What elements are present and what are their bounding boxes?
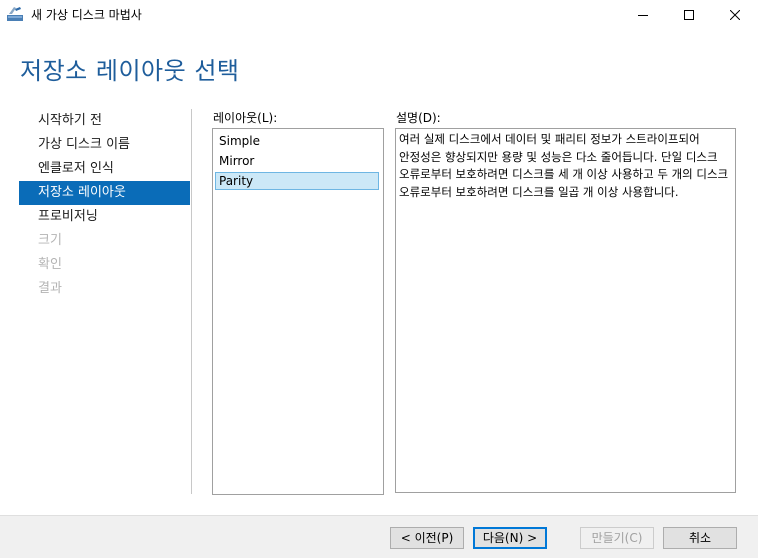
nav-divider — [191, 109, 192, 494]
layout-label: 레이아웃(L): — [213, 111, 278, 125]
cancel-button[interactable]: 취소 — [663, 527, 737, 549]
next-button[interactable]: 다음(N) > — [473, 527, 547, 549]
nav-step-provisioning[interactable]: 프로비저닝 — [19, 205, 190, 229]
disk-wizard-icon — [6, 6, 24, 22]
minimize-button[interactable] — [620, 0, 666, 30]
layout-listbox[interactable]: Simple Mirror Parity — [212, 128, 384, 495]
nav-step-size: 크기 — [38, 233, 62, 248]
create-button: 만들기(C) — [580, 527, 654, 549]
close-icon — [730, 10, 740, 20]
nav-step-enclosure-awareness[interactable]: 엔클로저 인식 — [19, 157, 190, 181]
description-text: 여러 실제 디스크에서 데이터 및 패리티 정보가 스트라이프되어 안정성은 향… — [399, 132, 729, 199]
description-box[interactable]: 여러 실제 디스크에서 데이터 및 패리티 정보가 스트라이프되어 안정성은 향… — [395, 128, 736, 493]
description-label: 설명(D): — [396, 111, 441, 125]
title-bar: 새 가상 디스크 마법사 — [0, 0, 758, 30]
nav-step-results: 결과 — [38, 281, 62, 296]
page-title: 저장소 레이아웃 선택 — [20, 57, 240, 85]
close-button[interactable] — [712, 0, 758, 30]
nav-step-confirmation: 확인 — [38, 257, 62, 272]
nav-step-storage-layout[interactable]: 저장소 레이아웃 — [19, 181, 190, 205]
layout-option-mirror[interactable]: Mirror — [215, 152, 379, 170]
nav-step-before-you-begin[interactable]: 시작하기 전 — [19, 109, 190, 133]
wizard-footer: < 이전(P) 다음(N) > 만들기(C) 취소 — [0, 515, 758, 558]
previous-button[interactable]: < 이전(P) — [390, 527, 464, 549]
layout-option-parity[interactable]: Parity — [215, 172, 379, 190]
nav-step-virtual-disk-name[interactable]: 가상 디스크 이름 — [19, 133, 190, 157]
wizard-steps-nav: 시작하기 전 가상 디스크 이름 엔클로저 인식 저장소 레이아웃 프로비저닝 … — [19, 109, 190, 301]
minimize-icon — [638, 15, 648, 16]
layout-option-simple[interactable]: Simple — [215, 132, 379, 150]
maximize-icon — [684, 10, 694, 20]
maximize-button[interactable] — [666, 0, 712, 30]
window-title: 새 가상 디스크 마법사 — [31, 8, 142, 22]
